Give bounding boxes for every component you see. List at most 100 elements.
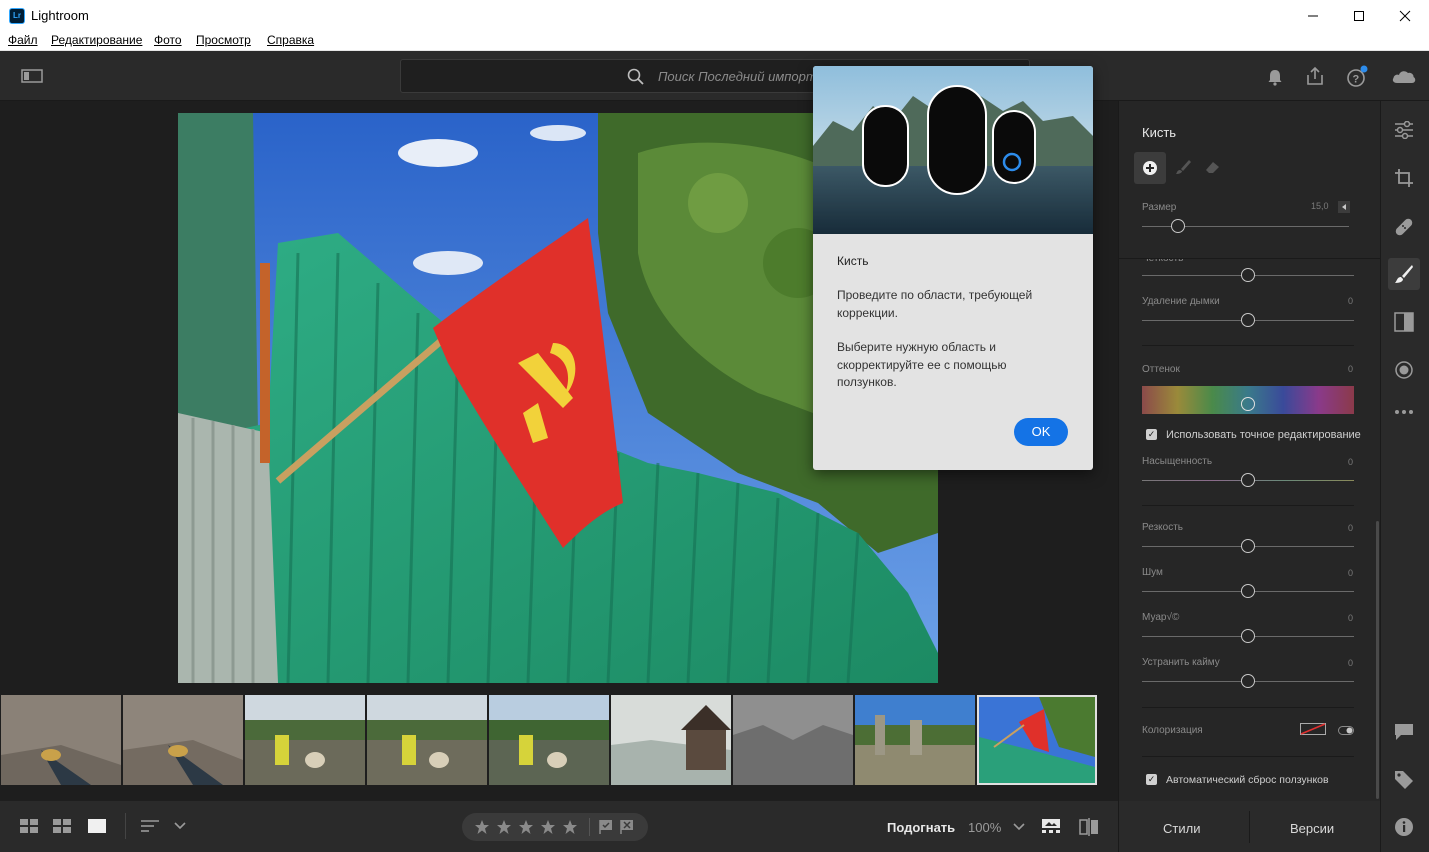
maximize-button[interactable] [1336, 0, 1382, 31]
ok-button[interactable]: OK [1014, 418, 1068, 446]
top-toolbar: Поиск Последний импорт ? [0, 51, 1429, 101]
window-title: Lightroom [31, 8, 89, 23]
size-options-icon[interactable] [1338, 201, 1350, 213]
grid-view-button[interactable] [51, 817, 73, 835]
filmstrip-thumb[interactable] [733, 695, 853, 785]
healing-tool-button[interactable] [1392, 215, 1416, 239]
sharpness-label: Резкость [1142, 522, 1183, 533]
menu-file[interactable]: Файл [8, 33, 38, 47]
fit-zoom-option[interactable]: Подогнать [887, 820, 955, 835]
filmstrip-thumb[interactable] [123, 695, 243, 785]
pick-flag-icon[interactable] [598, 819, 614, 835]
filmstrip-thumb[interactable] [489, 695, 609, 785]
brush-tool-button[interactable] [1388, 258, 1420, 290]
chevron-down-icon [1013, 823, 1025, 831]
zoom-100-option[interactable]: 100% [968, 820, 1001, 835]
brush-add-button[interactable] [1134, 152, 1166, 184]
compare-view-button[interactable] [1078, 817, 1100, 837]
grid-view-large-button[interactable] [18, 817, 40, 835]
auto-reset-checkbox[interactable]: ✓ [1146, 774, 1157, 785]
versions-button[interactable]: Версии [1290, 821, 1334, 836]
styles-button[interactable]: Стили [1163, 821, 1200, 836]
filmstrip-toggle-button[interactable] [1040, 817, 1062, 835]
menu-help[interactable]: Справка [267, 33, 314, 47]
saturation-value[interactable]: 0 [1348, 457, 1353, 467]
keywords-button[interactable] [1392, 768, 1416, 792]
cloud-sync-button[interactable] [1390, 66, 1418, 86]
zoom-dropdown[interactable] [1012, 821, 1026, 833]
sort-dropdown[interactable] [172, 819, 188, 833]
moire-value[interactable]: 0 [1348, 613, 1353, 623]
defringe-value[interactable]: 0 [1348, 658, 1353, 668]
filmstrip-thumb[interactable] [1, 695, 121, 785]
compare-icon [1079, 818, 1098, 836]
single-view-button[interactable] [86, 817, 108, 835]
linear-gradient-icon [1394, 312, 1414, 332]
panel-toggle-button[interactable] [20, 66, 44, 86]
minimize-button[interactable] [1290, 0, 1336, 31]
app-logo-icon: Lr [9, 8, 25, 24]
defringe-slider-knob[interactable] [1241, 674, 1255, 688]
tint-slider-knob[interactable] [1241, 397, 1255, 411]
notifications-button[interactable] [1264, 66, 1286, 88]
single-view-icon [88, 819, 106, 833]
sort-icon [141, 820, 159, 832]
divider [1119, 258, 1381, 259]
sharpness-value[interactable]: 0 [1348, 523, 1353, 533]
close-icon [1399, 10, 1411, 21]
color-swatch-none-icon[interactable] [1300, 723, 1326, 735]
size-value[interactable]: 15,0 [1311, 201, 1329, 211]
precise-edit-checkbox[interactable]: ✓ [1146, 429, 1157, 440]
auto-reset-label: Автоматический сброс ползунков [1166, 774, 1329, 786]
filmstrip-thumb-selected[interactable] [977, 695, 1097, 785]
popover-title: Кисть [837, 254, 869, 268]
noise-value[interactable]: 0 [1348, 568, 1353, 578]
brush-erase-button[interactable] [1203, 158, 1223, 178]
close-button[interactable] [1382, 0, 1428, 31]
help-button[interactable]: ? [1345, 65, 1369, 89]
svg-text:?: ? [1353, 74, 1360, 86]
star-rating[interactable] [474, 819, 582, 835]
dehaze-slider-knob[interactable] [1241, 313, 1255, 327]
more-tools-button[interactable] [1392, 400, 1416, 424]
edit-panel: Кисть Размер 15,0 Четкость Удаление дымк… [1118, 101, 1381, 801]
menu-bar: Файл Редактирование Фото Просмотр Справк… [0, 31, 1429, 51]
clarity-slider-knob[interactable] [1241, 268, 1255, 282]
comments-button[interactable] [1392, 720, 1416, 744]
info-button[interactable] [1392, 815, 1416, 839]
help-icon: ? [1347, 65, 1368, 87]
crop-icon [1395, 169, 1413, 187]
share-button[interactable] [1304, 65, 1326, 87]
filmstrip-thumb[interactable] [611, 695, 731, 785]
divider [1142, 756, 1354, 757]
noise-slider-knob[interactable] [1241, 584, 1255, 598]
popover-text-1: Проведите по области, требующей коррекци… [837, 288, 1033, 320]
moire-slider-knob[interactable] [1241, 629, 1255, 643]
linear-gradient-tool-button[interactable] [1392, 310, 1416, 334]
size-slider-knob[interactable] [1171, 219, 1185, 233]
divider [1142, 707, 1354, 708]
panel-scrollbar[interactable] [1376, 521, 1379, 799]
menu-edit[interactable]: Редактирование [51, 33, 142, 47]
divider [1142, 505, 1354, 506]
filmstrip-thumb[interactable] [245, 695, 365, 785]
menu-photo[interactable]: Фото [154, 33, 182, 47]
saturation-slider-knob[interactable] [1241, 473, 1255, 487]
sort-button[interactable] [138, 817, 162, 835]
bottom-toolbar: Подогнать 100% [0, 801, 1118, 852]
tint-value[interactable]: 0 [1348, 364, 1353, 374]
crop-tool-button[interactable] [1392, 166, 1416, 190]
colorize-toggle[interactable] [1338, 726, 1354, 735]
title-bar: Lr Lightroom [0, 0, 1429, 31]
panel-toggle-icon [21, 69, 43, 83]
reject-flag-icon[interactable] [619, 819, 635, 835]
filmstrip-thumb[interactable] [367, 695, 487, 785]
radial-gradient-tool-button[interactable] [1392, 358, 1416, 382]
filmstrip-thumb[interactable] [855, 695, 975, 785]
sharpness-slider-knob[interactable] [1241, 539, 1255, 553]
edit-tool-button[interactable] [1392, 118, 1416, 142]
minimize-icon [1308, 15, 1318, 16]
dehaze-value[interactable]: 0 [1348, 296, 1353, 306]
menu-view[interactable]: Просмотр [196, 33, 251, 47]
brush-paint-button[interactable] [1174, 158, 1194, 178]
